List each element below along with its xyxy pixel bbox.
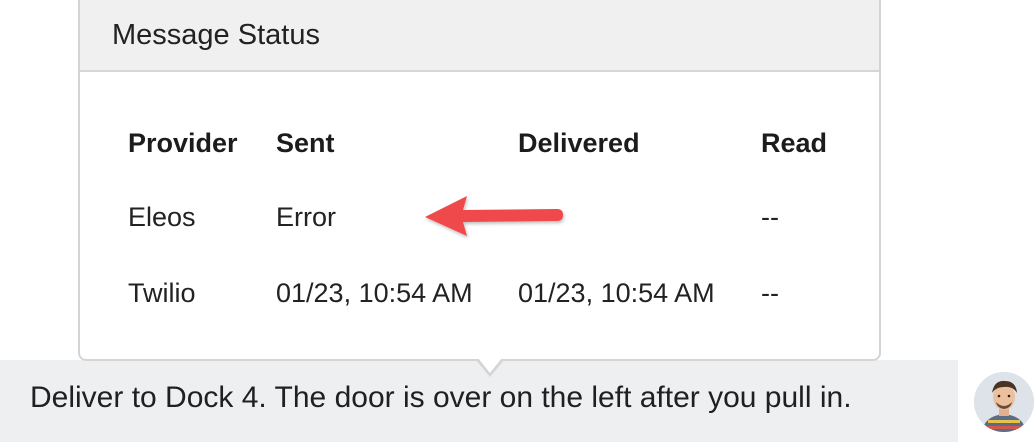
cell-read: -- bbox=[761, 201, 779, 232]
message-text: Deliver to Dock 4. The door is over on t… bbox=[30, 381, 852, 414]
message-status-popover: Message Status Provider Sent Delivered R… bbox=[78, 0, 881, 361]
column-header-provider: Provider bbox=[128, 127, 238, 158]
left-arrow-annotation-icon bbox=[425, 196, 563, 236]
cell-provider: Twilio bbox=[128, 277, 196, 308]
column-header-read: Read bbox=[761, 127, 828, 158]
popover-title: Message Status bbox=[112, 18, 320, 51]
cell-read: -- bbox=[761, 277, 779, 308]
user-avatar-icon bbox=[974, 372, 1034, 432]
table-row: Twilio 01/23, 10:54 AM 01/23, 10:54 AM -… bbox=[128, 236, 861, 312]
cell-delivered: 01/23, 10:54 AM bbox=[518, 277, 715, 308]
column-header-delivered: Delivered bbox=[518, 127, 640, 158]
cell-provider: Eleos bbox=[128, 201, 196, 232]
column-header-sent: Sent bbox=[276, 127, 335, 158]
popover-caret bbox=[476, 358, 504, 377]
table-header-row: Provider Sent Delivered Read bbox=[128, 124, 861, 162]
avatar[interactable] bbox=[974, 372, 1034, 432]
cell-sent: 01/23, 10:54 AM bbox=[276, 277, 473, 308]
popover-header: Message Status bbox=[80, 0, 879, 72]
